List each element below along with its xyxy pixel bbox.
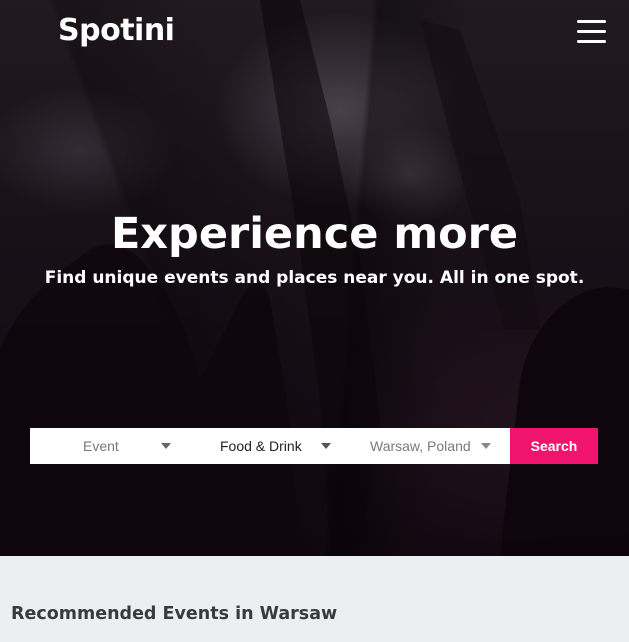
location-value: Warsaw, Poland	[370, 438, 471, 454]
recommended-section-title: Recommended Events in Warsaw	[11, 604, 338, 624]
search-button[interactable]: Search	[510, 428, 598, 464]
event-type-select[interactable]: Event	[30, 428, 190, 464]
caret-down-icon	[321, 443, 331, 449]
hero-subheadline: Find unique events and places near you. …	[44, 268, 585, 288]
category-select[interactable]: Food & Drink	[190, 428, 350, 464]
hamburger-menu-icon[interactable]	[574, 18, 608, 46]
caret-down-icon	[161, 443, 171, 449]
hero-headline: Experience more	[110, 209, 519, 259]
event-type-value: Event	[83, 438, 119, 454]
location-select[interactable]: Warsaw, Poland	[350, 428, 510, 464]
site-logo[interactable]: Spotini	[58, 12, 175, 50]
hero-section: Spotini Experience more Find unique even…	[0, 0, 629, 556]
search-bar: Event Food & Drink Warsaw, Poland Search	[30, 428, 598, 464]
category-value: Food & Drink	[220, 438, 302, 454]
caret-down-icon	[481, 443, 491, 449]
